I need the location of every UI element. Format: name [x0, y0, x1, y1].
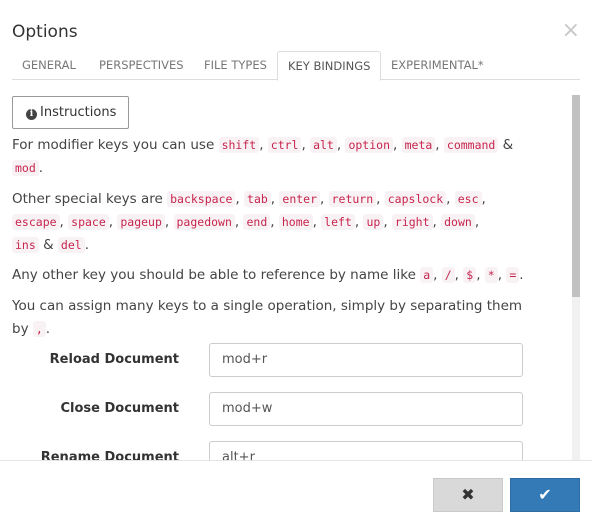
options-dialog: Options × GENERAL PERSPECTIVES FILE TYPE… [0, 0, 592, 520]
binding-label: Close Document [60, 401, 179, 416]
other-keys-text: Any other key you should be able to refe… [12, 267, 524, 283]
key-code: a [420, 267, 434, 283]
key-code: left [321, 214, 355, 230]
tab-experimental[interactable]: EXPERIMENTAL* [381, 51, 494, 80]
binding-label: Rename Document [40, 450, 179, 460]
key-code: alt [310, 137, 337, 153]
binding-row: Close Document mod+w [0, 392, 572, 426]
key-code: esc [454, 191, 482, 207]
key-code: return [328, 191, 377, 207]
key-code: ins [12, 237, 39, 253]
special-keys-text: Other special keys are backspace, tab, e… [12, 191, 486, 253]
key-code: command [443, 137, 499, 153]
key-code: ctrl [267, 137, 302, 153]
key-code: del [57, 237, 85, 253]
rename-document-input[interactable]: alt+r [209, 441, 523, 460]
key-code: * [484, 267, 498, 283]
key-code: meta [401, 137, 436, 153]
key-bindings-panel: i Instructions For modifier keys you can … [0, 80, 584, 460]
key-code: end [243, 214, 271, 230]
scrollbar-thumb[interactable] [572, 95, 580, 297]
tab-bar: GENERAL PERSPECTIVES FILE TYPES KEY BIND… [12, 51, 580, 81]
tab-key-bindings[interactable]: KEY BINDINGS [277, 51, 382, 81]
key-code: / [441, 267, 455, 283]
key-code: home [278, 214, 313, 230]
key-code: shift [218, 137, 260, 153]
modifier-keys-text: For modifier keys you can use shift, ctr… [12, 137, 514, 176]
tab-general[interactable]: GENERAL [12, 51, 86, 80]
dialog-footer: ✖ ✔ [0, 460, 592, 520]
close-icon: ✖ [461, 485, 475, 504]
tab-file-types[interactable]: FILE TYPES [194, 51, 277, 80]
key-code: tab [244, 191, 271, 207]
key-code: backspace [167, 191, 236, 207]
key-code: escape [12, 214, 60, 230]
key-code: mod [12, 160, 39, 176]
key-code: option [345, 137, 393, 153]
cancel-button[interactable]: ✖ [433, 478, 503, 512]
reload-document-input[interactable]: mod+r [209, 343, 523, 377]
tab-perspectives[interactable]: PERSPECTIVES [89, 51, 194, 80]
key-code: right [391, 214, 433, 230]
multiple-keys-text: You can assign many keys to a single ope… [12, 298, 523, 337]
key-code: pageup [117, 214, 165, 230]
close-document-input[interactable]: mod+w [209, 392, 523, 426]
ok-button[interactable]: ✔ [510, 478, 580, 512]
binding-row: Reload Document mod+r [0, 343, 572, 377]
check-icon: ✔ [538, 485, 552, 504]
binding-row: Rename Document alt+r [0, 441, 572, 460]
instructions-button-label: Instructions [40, 105, 117, 120]
info-circle-icon: i [26, 109, 37, 120]
key-code: = [506, 267, 520, 283]
key-code: space [68, 214, 109, 230]
scrollbar[interactable] [572, 95, 580, 460]
key-code: up [363, 214, 384, 230]
dialog-header: Options × [0, 0, 592, 50]
key-code: down [441, 214, 475, 230]
binding-label: Reload Document [49, 352, 179, 367]
key-code: capslock [384, 191, 447, 207]
key-code: $ [463, 267, 477, 283]
close-icon[interactable]: × [562, 20, 580, 42]
instructions-button[interactable]: i Instructions [12, 96, 129, 129]
dialog-title: Options [12, 22, 78, 42]
key-code: pagedown [173, 214, 235, 230]
key-code: enter [279, 191, 321, 207]
key-code: , [32, 321, 46, 337]
